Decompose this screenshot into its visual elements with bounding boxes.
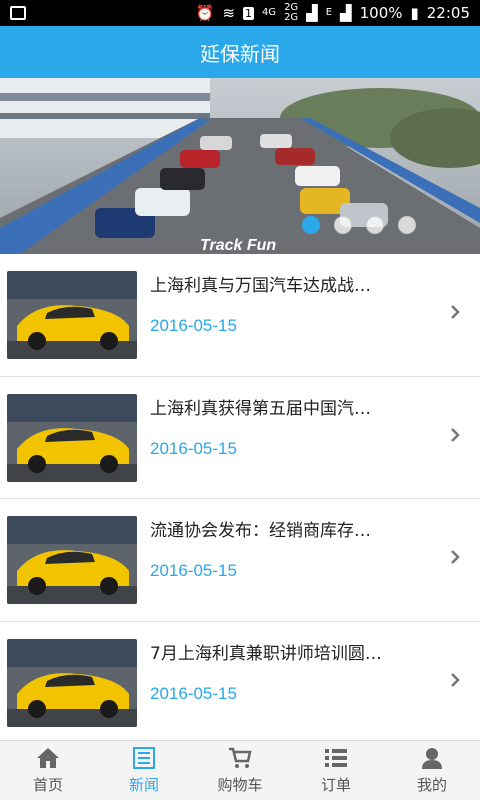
- news-icon: [133, 746, 155, 770]
- tab-label: 购物车: [217, 776, 263, 794]
- signal-icon-2: ▟: [340, 4, 352, 22]
- sim-badge: 1: [242, 6, 254, 20]
- tab-news[interactable]: 新闻: [96, 741, 192, 800]
- news-thumbnail: [7, 393, 137, 482]
- home-icon: [36, 746, 60, 770]
- tab-cart[interactable]: 购物车: [192, 741, 288, 800]
- user-icon: [421, 746, 443, 770]
- clock: 22:05: [426, 4, 470, 22]
- cart-icon: [228, 746, 252, 770]
- order-list-icon: [324, 746, 348, 770]
- gallery-notification-icon: [10, 6, 26, 20]
- tab-label: 我的: [416, 776, 447, 794]
- tab-label: 首页: [32, 776, 63, 794]
- news-title: 上海利真获得第五届中国汽…: [150, 398, 371, 419]
- news-thumbnail: [7, 516, 137, 604]
- alarm-icon: ⏰: [195, 4, 215, 22]
- status-bar: ⏰ ≋ 1 4G 2G 2G ▟ E ▟ 100% ▮ 22:05: [0, 0, 480, 26]
- e-network: E: [325, 7, 333, 18]
- news-title: 上海利真与万国汽车达成战…: [150, 276, 371, 296]
- news-list: 上海利真与万国汽车达成战… 2016-05-15 上海利真获得第五届中国汽… 2…: [0, 254, 480, 744]
- news-title: 7月上海利真兼职讲师培训圆…: [150, 643, 382, 664]
- chevron-right-icon: [451, 550, 460, 564]
- wifi-icon: ≋: [222, 4, 235, 22]
- news-date: 2016-05-15: [150, 438, 237, 458]
- tab-orders[interactable]: 订单: [288, 741, 384, 800]
- banner-carousel[interactable]: Track Fun: [0, 78, 480, 254]
- carousel-dot[interactable]: [334, 216, 352, 234]
- news-thumbnail: [7, 638, 137, 727]
- battery-icon: ▮: [410, 4, 419, 22]
- news-list-item[interactable]: 7月上海利真兼职讲师培训圆… 2016-05-15: [0, 622, 480, 744]
- tab-label: 新闻: [128, 776, 159, 794]
- dual-sim-tags: 2G 2G: [284, 3, 298, 23]
- carousel-dot[interactable]: [398, 216, 416, 234]
- chevron-right-icon: [451, 672, 460, 687]
- carousel-dot[interactable]: [366, 216, 384, 234]
- chevron-right-icon: [451, 305, 460, 319]
- tab-profile[interactable]: 我的: [384, 741, 480, 800]
- battery-level: 100%: [359, 4, 403, 22]
- network-type: 4G: [261, 7, 277, 18]
- tab-home[interactable]: 首页: [0, 741, 96, 800]
- news-list-item[interactable]: 上海利真获得第五届中国汽… 2016-05-15: [0, 377, 480, 499]
- bottom-tab-bar: 首页 新闻 购物车 订单 我的: [0, 740, 480, 800]
- news-date: 2016-05-15: [150, 561, 237, 580]
- chevron-right-icon: [451, 427, 460, 442]
- news-list-item[interactable]: 上海利真与万国汽车达成战… 2016-05-15: [0, 254, 480, 377]
- news-date: 2016-05-15: [150, 316, 237, 335]
- news-date: 2016-05-15: [150, 683, 237, 703]
- banner-watermark: Track Fun: [200, 237, 276, 254]
- carousel-dots: [302, 216, 416, 234]
- page-title: 延保新闻: [200, 41, 280, 66]
- news-list-item[interactable]: 流通协会发布：经销商库存… 2016-05-15: [0, 499, 480, 622]
- sim2-network: 2G: [284, 12, 299, 23]
- news-title: 流通协会发布：经销商库存…: [150, 521, 371, 541]
- app-bar: 延保新闻: [0, 26, 480, 78]
- carousel-dot[interactable]: [302, 216, 320, 234]
- news-thumbnail: [7, 271, 137, 359]
- signal-icon: ▟: [306, 4, 318, 22]
- tab-label: 订单: [320, 776, 351, 794]
